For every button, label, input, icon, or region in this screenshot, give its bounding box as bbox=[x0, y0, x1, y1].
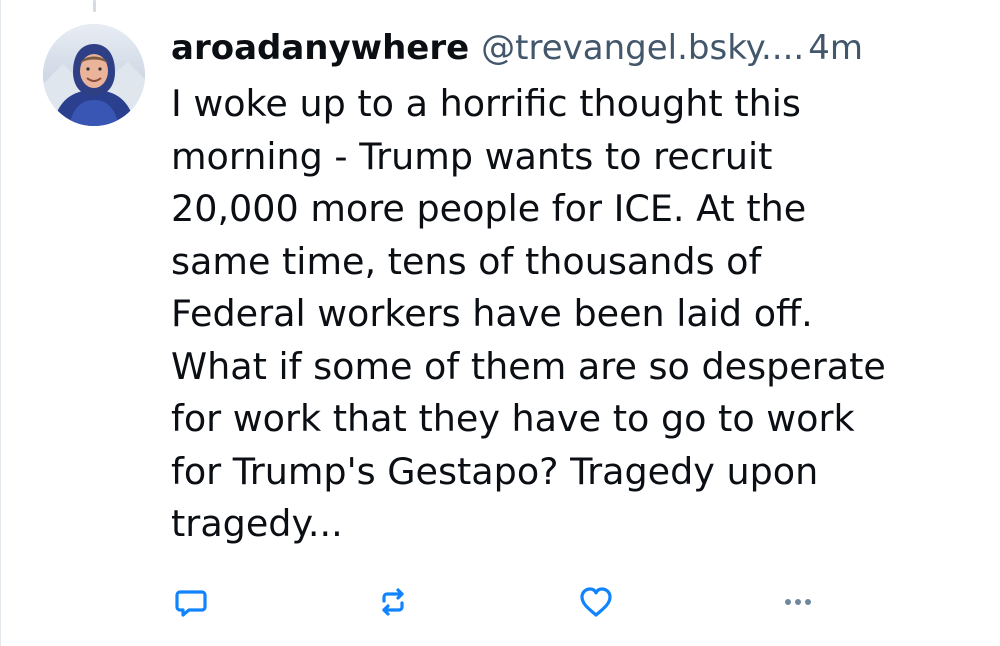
user-avatar-photo-icon bbox=[43, 24, 145, 126]
author-display-name[interactable]: aroadanywhere bbox=[171, 24, 469, 72]
post-text-line: I woke up to a horrific thought this bbox=[171, 82, 801, 125]
post-text-line: What if some of them are so desperate bbox=[171, 344, 886, 388]
post-text-line: for work that they have to go to work bbox=[171, 397, 855, 440]
post-text-line: for Trump's Gestapo? Tragedy upon bbox=[171, 449, 819, 493]
post-text-line: morning - Trump wants to recruit bbox=[171, 134, 773, 178]
thread-line bbox=[93, 0, 96, 12]
author-handle[interactable]: @trevangel.bsky.... bbox=[481, 24, 804, 72]
more-options-button[interactable] bbox=[778, 582, 818, 622]
more-dots-icon bbox=[785, 599, 811, 605]
reply-button[interactable] bbox=[171, 582, 211, 622]
repost-icon bbox=[382, 588, 404, 616]
post-text-line: 20,000 more people for ICE. At the bbox=[171, 187, 807, 230]
post-content: aroadanywhere @trevangel.bsky.... 4m I w… bbox=[171, 24, 971, 551]
post-timestamp[interactable]: 4m bbox=[808, 24, 863, 72]
avatar[interactable] bbox=[43, 24, 145, 126]
post-text: I woke up to a horrific thought this mor… bbox=[171, 78, 971, 551]
comment-icon bbox=[175, 590, 207, 617]
like-button[interactable] bbox=[576, 582, 616, 622]
post-header: aroadanywhere @trevangel.bsky.... 4m bbox=[171, 24, 971, 72]
repost-button[interactable] bbox=[373, 582, 413, 622]
post-text-line: Federal workers have been laid off. bbox=[171, 292, 813, 335]
post-actions bbox=[171, 582, 831, 622]
heart-icon bbox=[580, 587, 612, 617]
feed-left-border bbox=[0, 0, 1, 646]
post-text-line: same time, tens of thousands of bbox=[171, 239, 762, 283]
post-text-line: tragedy... bbox=[171, 502, 343, 545]
